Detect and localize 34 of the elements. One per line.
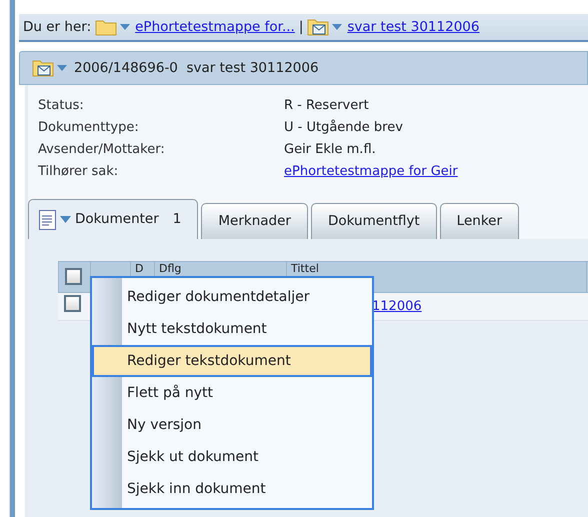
field-label: Avsender/Mottaker: (38, 141, 166, 160)
tab[interactable]: Lenker (440, 203, 520, 239)
column-header[interactable]: Dflg (159, 262, 182, 275)
menu-item[interactable]: Nytt tekstdokument (92, 313, 372, 345)
caret-icon[interactable] (60, 216, 71, 223)
field-value: Geir Ekle m.fl. (284, 141, 376, 160)
field-label: Tilhører sak: (38, 163, 120, 182)
breadcrumb-link[interactable]: svar test 30112006 (347, 16, 480, 38)
menu-item[interactable]: Ny versjon (92, 409, 372, 441)
checkbox[interactable] (64, 294, 81, 312)
tab[interactable]: Merknader (201, 203, 308, 239)
breadcrumb-link[interactable]: ePhortetestmappe for... (135, 16, 295, 38)
mail-folder-dropdown-icon[interactable] (32, 58, 68, 78)
column-header[interactable]: Tittel (291, 262, 319, 275)
separator: | (298, 18, 304, 37)
menu-item[interactable]: Sjekk inn dokument (92, 473, 372, 505)
field-label: Dokumenttype: (38, 119, 140, 138)
field-value: U - Utgående brev (284, 118, 403, 138)
column-header[interactable]: D (135, 262, 144, 275)
mail-folder-dropdown-icon[interactable] (307, 17, 344, 37)
breadcrumb-label: Du er her: (23, 18, 92, 37)
document-title-link[interactable]: 112006 (372, 296, 422, 316)
field-value: R - Reservert (284, 97, 369, 116)
field-link[interactable]: ePhortetestmappe for Geir (284, 162, 458, 182)
tab[interactable]: Dokumenter 1 (28, 199, 198, 239)
field-label: Status: (38, 97, 85, 116)
checkbox[interactable] (65, 268, 82, 285)
menu-item[interactable]: Flett på nytt (92, 377, 372, 409)
tab[interactable]: Dokumentflyt (310, 203, 437, 239)
menu-item[interactable]: Rediger dokumentdetaljer (92, 281, 372, 313)
document-icon (39, 210, 56, 230)
menu-item[interactable]: Sjekk ut dokument (92, 441, 372, 473)
record-title: 2006/148696-0 svar test 30112006 (74, 58, 319, 78)
menu-item[interactable]: Rediger tekstdokument (92, 345, 372, 377)
